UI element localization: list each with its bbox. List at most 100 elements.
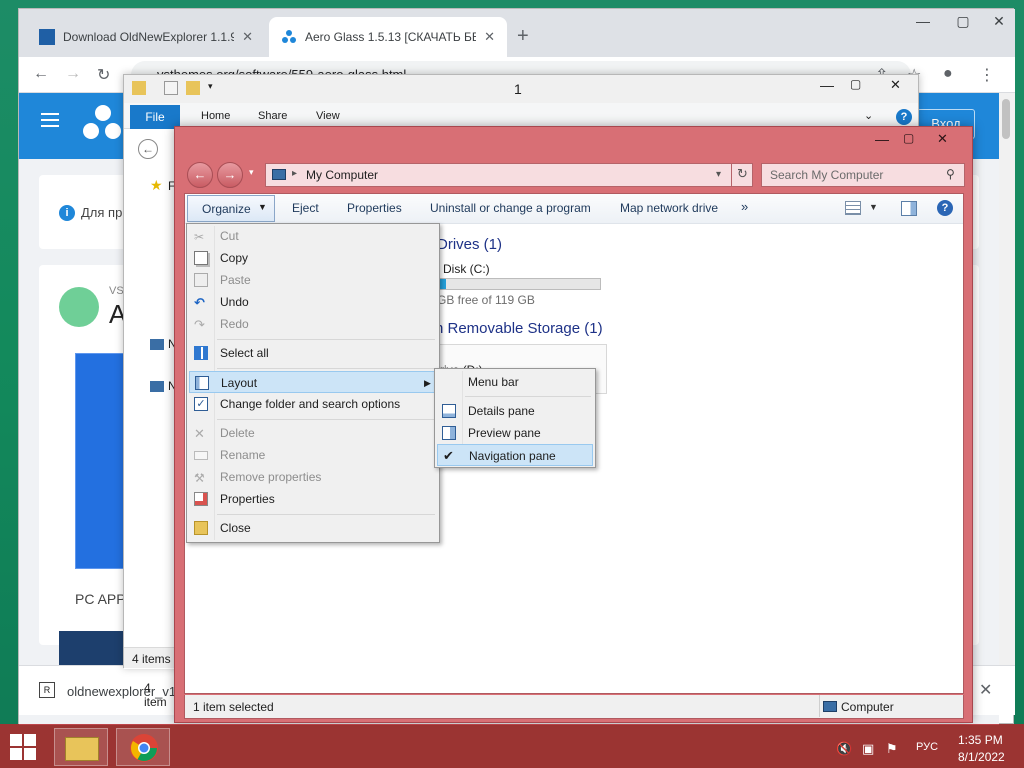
download-bar-close-icon[interactable]: ✕: [979, 680, 992, 700]
forward-icon[interactable]: →: [217, 162, 243, 188]
new-folder-icon[interactable]: [186, 81, 200, 95]
menu-item-copy[interactable]: Copy: [189, 247, 437, 269]
change-view-icon[interactable]: [845, 201, 861, 215]
back-icon[interactable]: ←: [138, 139, 158, 159]
menu-item-properties[interactable]: Properties: [189, 488, 437, 510]
notice-text: Для пр: [81, 205, 123, 220]
search-icon[interactable]: ⚲: [946, 167, 955, 181]
back-icon[interactable]: ←: [33, 65, 49, 83]
refresh-icon[interactable]: ↻: [731, 163, 753, 187]
menu-separator: [217, 419, 435, 420]
ribbon-tab-file[interactable]: File: [130, 105, 180, 129]
ribbon-tab-home[interactable]: Home: [201, 110, 230, 122]
removable-storage-heading[interactable]: h Removable Storage (1): [435, 320, 603, 337]
quick-access-dropdown-icon[interactable]: ▾: [208, 81, 213, 92]
close-icon[interactable]: ✕: [985, 13, 1013, 30]
maximize-icon[interactable]: ▢: [949, 13, 977, 30]
volume-muted-icon[interactable]: 🔇: [836, 741, 852, 757]
menu-item-cut[interactable]: ✂ Cut: [189, 225, 437, 247]
folder-options-icon: ✓: [194, 397, 208, 411]
start-button[interactable]: [10, 734, 36, 760]
more-commands-icon[interactable]: »: [741, 199, 748, 214]
uninstall-program-button[interactable]: Uninstall or change a program: [430, 201, 591, 215]
hamburger-menu-icon[interactable]: [41, 113, 59, 127]
computer-icon: [150, 339, 164, 350]
action-center-icon[interactable]: ⚑: [886, 741, 898, 757]
forward-icon[interactable]: →: [65, 65, 81, 83]
breadcrumb-separator-icon[interactable]: ▸: [292, 168, 297, 179]
computer-icon: [272, 169, 286, 180]
ribbon-tab-view[interactable]: View: [316, 110, 340, 122]
back-icon[interactable]: ←: [187, 162, 213, 188]
help-icon[interactable]: ?: [937, 200, 953, 216]
map-network-drive-button[interactable]: Map network drive: [620, 201, 718, 215]
submenu-item-navigation-pane[interactable]: ✔ Navigation pane: [437, 444, 593, 466]
menu-item-remove-properties[interactable]: ⚒ Remove properties: [189, 466, 437, 488]
layout-icon: [195, 376, 209, 390]
undo-icon: ↶: [194, 295, 205, 310]
network-icon: [150, 381, 164, 392]
close-icon[interactable]: ✕: [937, 131, 948, 147]
help-icon[interactable]: ?: [896, 109, 912, 125]
drive-c-name[interactable]: l Disk (C:): [437, 262, 490, 276]
language-indicator[interactable]: РУС: [916, 741, 938, 753]
submenu-item-preview-pane[interactable]: Preview pane: [437, 422, 593, 444]
clock-date[interactable]: 8/1/2022: [958, 750, 1005, 764]
menu-item-select-all[interactable]: Select all: [189, 342, 437, 364]
ribbon-expand-icon[interactable]: ⌄: [864, 109, 873, 122]
scrollbar[interactable]: [999, 93, 1015, 665]
profile-icon[interactable]: ●: [943, 65, 953, 83]
maximize-icon[interactable]: ▢: [850, 77, 861, 91]
network-icon[interactable]: ▣: [862, 741, 874, 757]
submenu-item-menu-bar[interactable]: Menu bar: [437, 371, 593, 393]
pc-app-label: PC APP: [75, 591, 126, 607]
close-icon[interactable]: ✕: [890, 77, 901, 93]
properties-icon: [194, 492, 208, 506]
eject-button[interactable]: Eject: [292, 201, 319, 215]
clock-time[interactable]: 1:35 PM: [958, 733, 1003, 747]
menu-item-close[interactable]: Close: [189, 517, 437, 539]
site-logo-icon[interactable]: [83, 105, 123, 145]
address-dropdown-icon[interactable]: ▾: [716, 169, 721, 180]
menu-label: Copy: [220, 251, 249, 265]
menu-label: Navigation pane: [469, 449, 556, 463]
menu-dots-icon[interactable]: ⋮: [979, 65, 995, 85]
menu-item-redo[interactable]: ↷ Redo: [189, 313, 437, 335]
tab-close-icon[interactable]: ✕: [242, 29, 253, 45]
maximize-icon[interactable]: ▢: [903, 131, 914, 145]
recent-locations-icon[interactable]: ▾: [249, 167, 254, 178]
new-tab-icon[interactable]: +: [517, 25, 529, 48]
preview-pane-icon[interactable]: [901, 201, 917, 216]
hard-drives-heading[interactable]: Drives (1): [437, 236, 502, 253]
scrollbar-thumb[interactable]: [1002, 99, 1010, 139]
minimize-icon[interactable]: —: [820, 77, 834, 93]
thumbnail-image[interactable]: [59, 631, 123, 665]
menu-item-folder-options[interactable]: ✓ Change folder and search options: [189, 393, 437, 415]
address-text[interactable]: My Computer: [306, 168, 378, 182]
submenu-item-details-pane[interactable]: Details pane: [437, 400, 593, 422]
properties-button[interactable]: Properties: [347, 201, 402, 215]
tab-close-icon[interactable]: ✕: [484, 29, 495, 45]
site-favicon-icon: [281, 29, 297, 45]
organize-button[interactable]: Organize ▼: [187, 195, 275, 222]
search-placeholder: Search My Computer: [770, 168, 884, 182]
browser-tab-oldnewexplorer[interactable]: Download OldNewExplorer 1.1.9 ✕: [27, 17, 265, 57]
menu-item-layout[interactable]: Layout ▶: [189, 371, 437, 393]
menu-item-paste[interactable]: Paste: [189, 269, 437, 291]
menu-label: Close: [220, 521, 251, 535]
properties-icon[interactable]: [164, 81, 178, 95]
status-selection-text: 1 item selected: [193, 700, 274, 714]
reload-icon[interactable]: ↻: [97, 65, 110, 85]
menu-item-rename[interactable]: Rename: [189, 444, 437, 466]
minimize-icon[interactable]: —: [875, 131, 889, 147]
ribbon-tab-share[interactable]: Share: [258, 110, 287, 122]
address-bar[interactable]: ▸ My Computer ▾: [265, 163, 753, 187]
view-options-dropdown-icon[interactable]: ▼: [869, 202, 878, 212]
menu-item-delete[interactable]: ✕ Delete: [189, 422, 437, 444]
taskbar-explorer-icon[interactable]: [54, 728, 108, 766]
menu-item-undo[interactable]: ↶ Undo: [189, 291, 437, 313]
minimize-icon[interactable]: —: [909, 13, 937, 29]
search-input[interactable]: Search My Computer ⚲: [761, 163, 965, 187]
taskbar-chrome-icon[interactable]: [116, 728, 170, 766]
browser-tab-aero-glass[interactable]: Aero Glass 1.5.13 [СКАЧАТЬ БЕС ✕: [269, 17, 507, 57]
